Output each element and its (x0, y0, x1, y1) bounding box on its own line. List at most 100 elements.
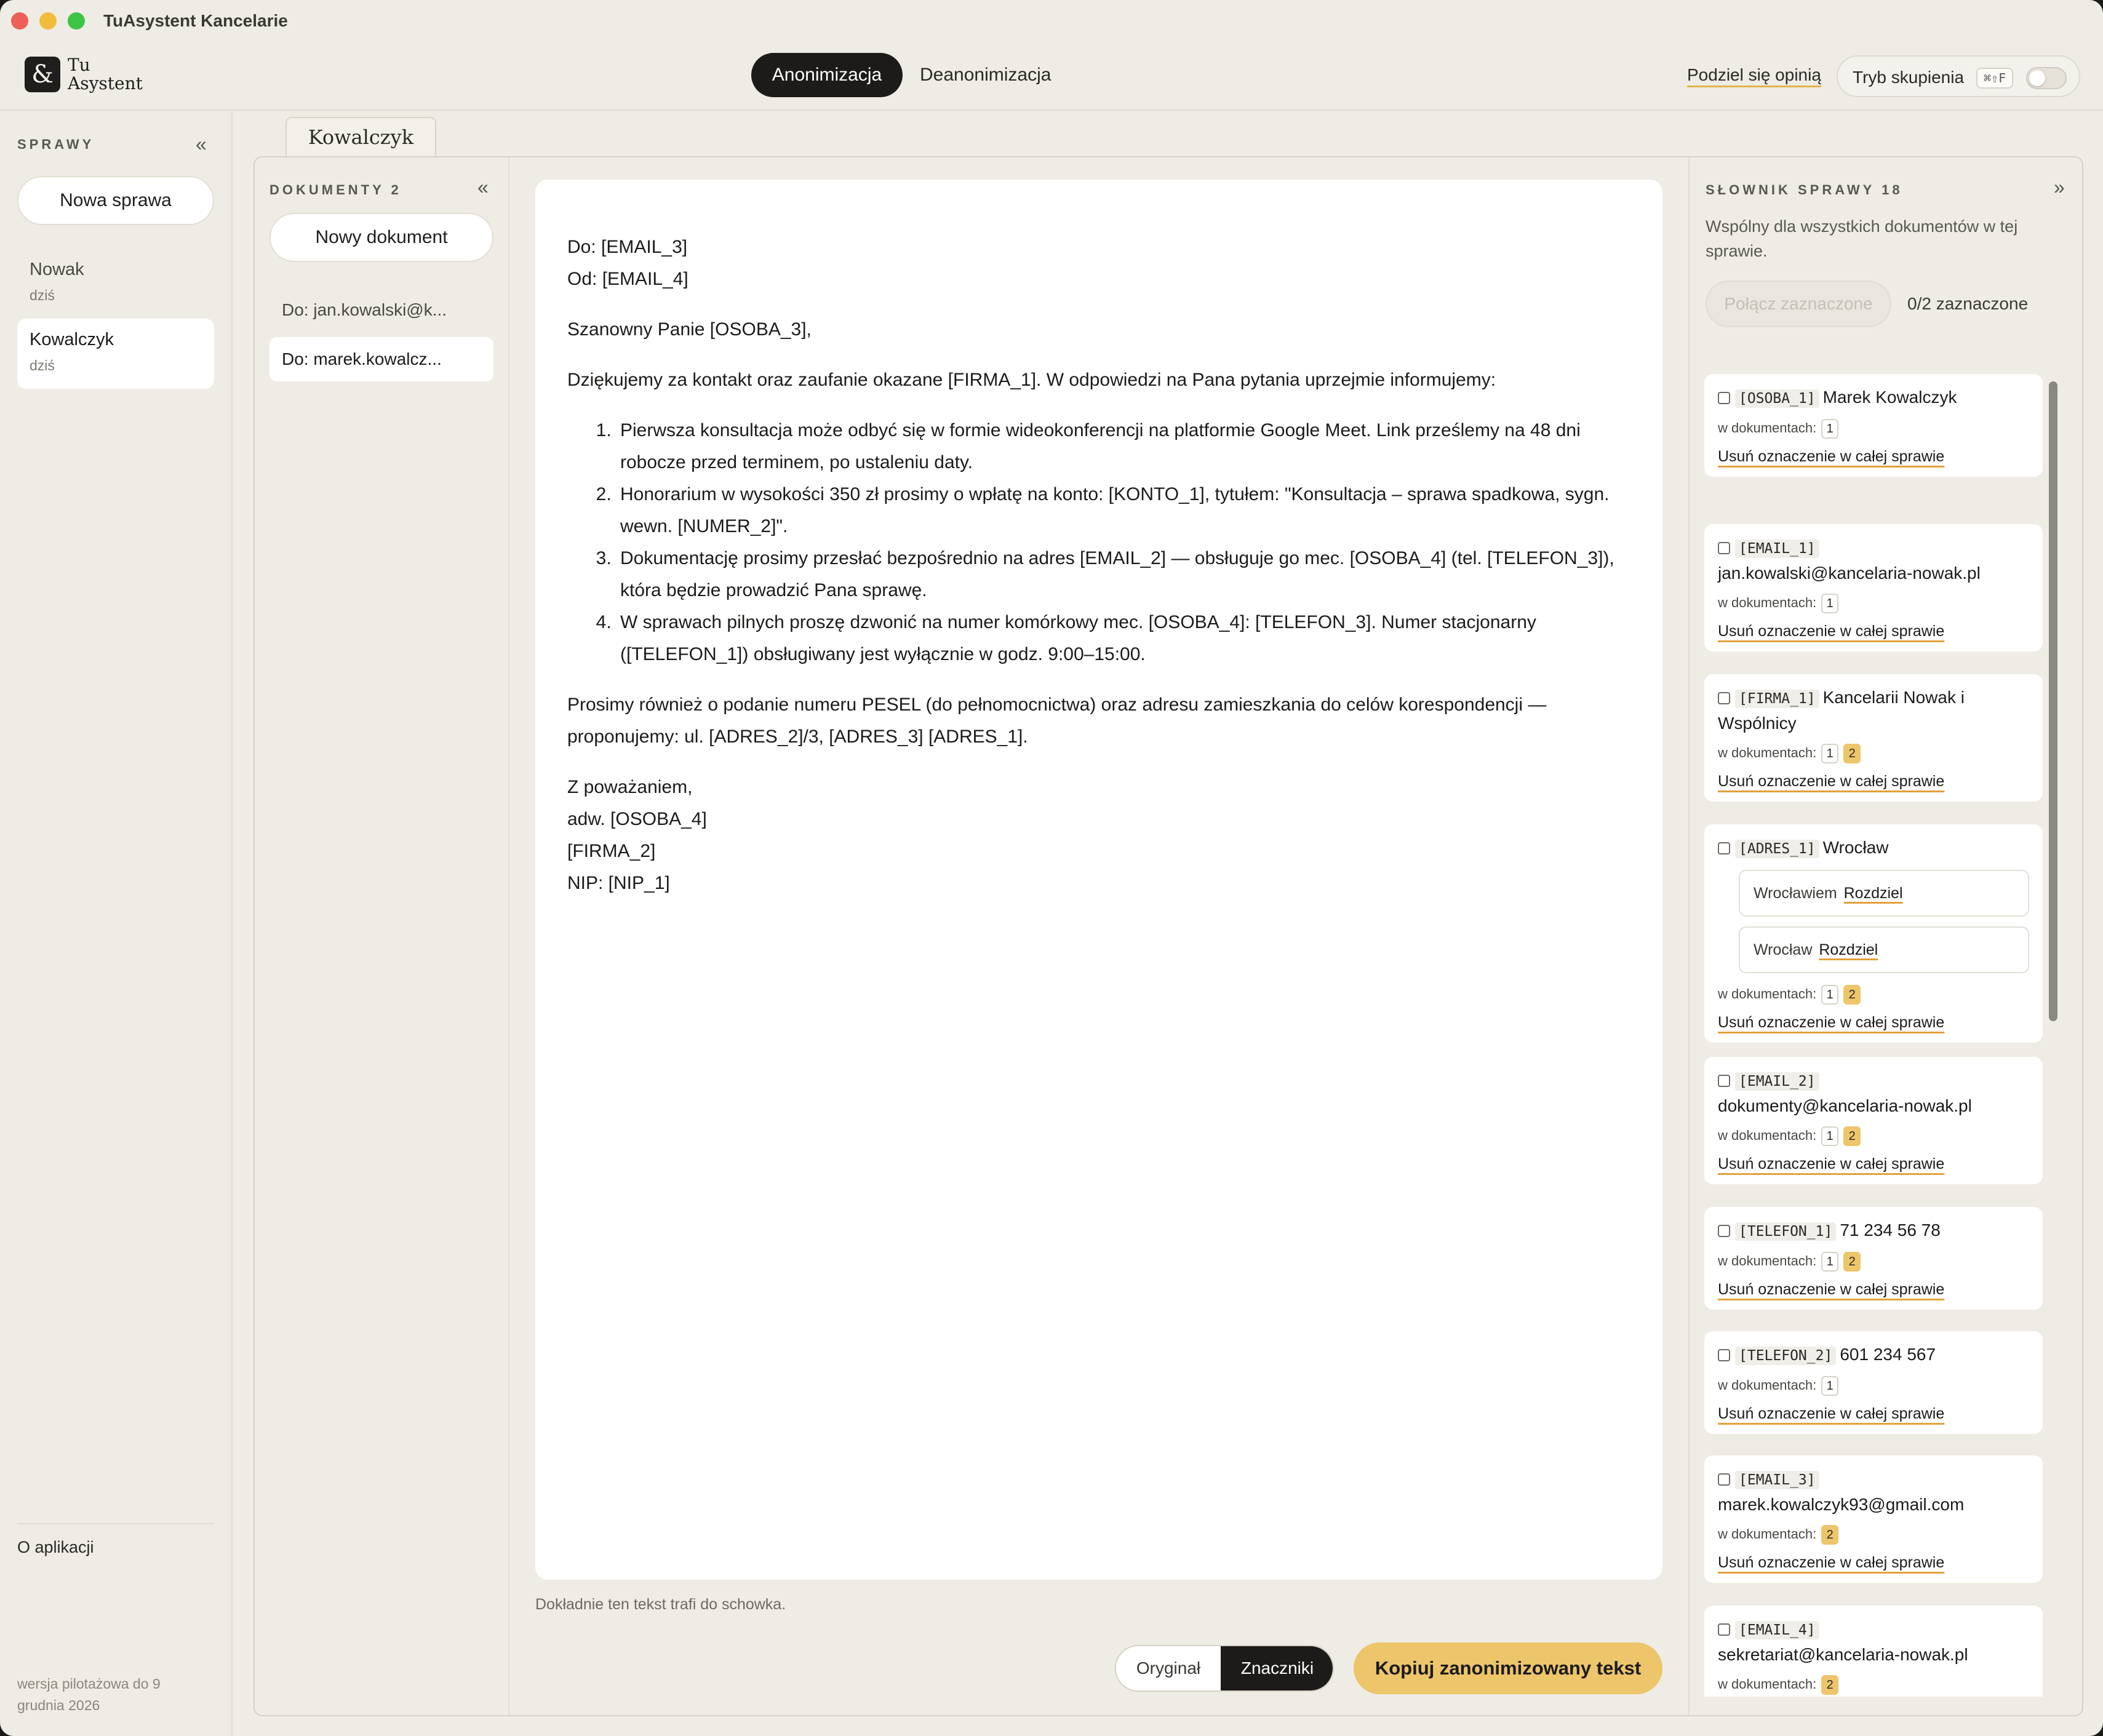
view-original-button[interactable]: Oryginał (1116, 1646, 1221, 1690)
dictionary-scrollbar[interactable] (2049, 381, 2057, 1021)
dictionary-entry: [EMAIL_2] dokumenty@kancelaria-nowak.pl w… (1704, 1057, 2043, 1184)
selected-count: 0/2 zaznaczone (1907, 294, 2029, 313)
entry-checkbox[interactable] (1718, 1349, 1730, 1361)
remove-marking-link[interactable]: Usuń oznaczenie w całej sprawie (1718, 1281, 1944, 1299)
split-variant-link[interactable]: Rozdziel (1844, 885, 1903, 902)
split-variant-link[interactable]: Rozdziel (1819, 941, 1878, 958)
focus-mode-shortcut: ⌘⇧F (1976, 68, 2014, 89)
case-item-kowalczyk[interactable]: Kowalczyk dziś (17, 319, 214, 389)
entry-checkbox[interactable] (1718, 1473, 1730, 1486)
remove-marking-link[interactable]: Usuń oznaczenie w całej sprawie (1718, 623, 1944, 640)
entry-documents: w dokumentach: 1 2 (1718, 1125, 2029, 1147)
doc-number-badge-current[interactable]: 2 (1843, 985, 1861, 1005)
collapse-sidebar-icon[interactable]: « (196, 133, 207, 156)
feedback-link[interactable]: Podziel się opinią (1687, 65, 1821, 85)
list-item: W sprawach pilnych proszę dzwonić na num… (617, 607, 1630, 671)
remove-marking-link[interactable]: Usuń oznaczenie w całej sprawie (1718, 448, 1944, 466)
dictionary-heading-label: SŁOWNIK SPRAWY (1706, 182, 1875, 197)
focus-mode-toggle[interactable] (2026, 67, 2067, 89)
email-to-line: Do: [EMAIL_3] (567, 237, 688, 257)
entry-variant: Wrocław Rozdziel (1739, 926, 2029, 973)
doc-number-badge[interactable]: 1 (1821, 1252, 1839, 1272)
entry-tag: [EMAIL_2] (1735, 1072, 1819, 1091)
close-window-button[interactable] (11, 12, 28, 30)
case-item-nowak[interactable]: Nowak dziś (17, 249, 214, 315)
case-date: dziś (30, 287, 55, 303)
tab-anonymization[interactable]: Anonimizacja (751, 53, 903, 97)
entry-value: Wrocław (1822, 838, 1889, 857)
entry-checkbox[interactable] (1718, 692, 1730, 704)
remove-marking-link[interactable]: Usuń oznaczenie w całej sprawie (1718, 1014, 1944, 1032)
zoom-window-button[interactable] (68, 12, 85, 30)
doc-number-badge-current[interactable]: 2 (1843, 744, 1861, 764)
remove-marking-link[interactable]: Usuń oznaczenie w całej sprawie (1718, 1405, 1944, 1423)
greeting-line: Szanowny Panie [OSOBA_3], (567, 319, 812, 340)
entry-tag: [EMAIL_3] (1735, 1471, 1819, 1489)
view-mode-toggle: Oryginał Znaczniki (1115, 1645, 1334, 1692)
list-item: Honorarium w wysokości 350 zł prosimy o … (617, 479, 1630, 543)
doc-number-badge-current[interactable]: 2 (1821, 1675, 1839, 1695)
expand-dictionary-icon[interactable]: » (2054, 176, 2065, 199)
entry-checkbox[interactable] (1718, 1623, 1730, 1636)
doc-number-badge[interactable]: 1 (1821, 744, 1839, 764)
app-version-text: wersja pilotażowa do 9 grudnia 2026 (17, 1676, 161, 1713)
remove-marking-link[interactable]: Usuń oznaczenie w całej sprawie (1718, 773, 1944, 790)
minimize-window-button[interactable] (39, 12, 57, 30)
in-docs-label: w dokumentach: (1718, 1253, 1817, 1268)
copy-anonymized-button[interactable]: Kopiuj zanonimizowany tekst (1354, 1642, 1662, 1694)
new-document-button[interactable]: Nowy dokument (269, 213, 493, 262)
remove-marking-link[interactable]: Usuń oznaczenie w całej sprawie (1718, 1554, 1944, 1572)
dictionary-entry: [ADRES_1] Wrocław Wrocławiem Rozdziel Wro… (1704, 824, 2043, 1043)
title-bar: TuAsystent Kancelarie (0, 0, 2103, 42)
documents-heading-label: DOKUMENTY (269, 182, 385, 197)
entry-documents: w dokumentach: 1 2 (1718, 1250, 2029, 1272)
document-item-active[interactable]: Do: marek.kowalcz... (269, 337, 493, 381)
dictionary-entry: [FIRMA_1] Kancelarii Nowak i Wspólnicy w … (1704, 674, 2043, 802)
doc-number-badge-current[interactable]: 2 (1843, 1126, 1861, 1147)
entry-tag: [EMAIL_1] (1735, 540, 1819, 558)
app-header: & Tu Asystent Anonimizacja Deanonimizacj… (0, 42, 2103, 111)
entry-checkbox[interactable] (1718, 1075, 1730, 1087)
clipboard-hint: Dokładnie ten tekst trafi do schowka. (535, 1596, 786, 1613)
entry-checkbox[interactable] (1718, 842, 1730, 854)
document-item[interactable]: Do: jan.kowalski@k... (269, 288, 493, 332)
doc-number-badge[interactable]: 1 (1821, 419, 1839, 439)
remove-marking-link[interactable]: Usuń oznaczenie w całej sprawie (1718, 1155, 1944, 1173)
new-case-button[interactable]: Nowa sprawa (17, 176, 214, 225)
dictionary-entry: [OSOBA_1] Marek Kowalczyk w dokumentach: 1… (1704, 374, 2043, 477)
variant-text: Wrocław (1754, 941, 1813, 958)
in-docs-label: w dokumentach: (1718, 1128, 1817, 1143)
logo-line-1: Tu (68, 55, 90, 75)
case-date: dziś (30, 357, 55, 373)
about-app-link[interactable]: O aplikacji (17, 1538, 94, 1557)
entry-checkbox[interactable] (1718, 542, 1730, 554)
entry-value: 601 234 567 (1840, 1345, 1936, 1364)
entry-checkbox[interactable] (1718, 1225, 1730, 1237)
doc-number-badge[interactable]: 1 (1821, 1376, 1839, 1396)
dictionary-entry: [TELEFON_2] 601 234 567 w dokumentach: 1 U… (1704, 1331, 2043, 1434)
document-editor[interactable]: Do: [EMAIL_3] Od: [EMAIL_4] Szanowny Pan… (535, 180, 1662, 1580)
tab-deanonymization[interactable]: Deanonimizacja (912, 53, 1058, 97)
doc-number-badge[interactable]: 1 (1821, 594, 1839, 614)
doc-number-badge-current[interactable]: 2 (1843, 1252, 1861, 1272)
focus-mode-control[interactable]: Tryb skupienia ⌘⇧F (1837, 55, 2080, 97)
request-paragraph: Prosimy również o podanie numeru PESEL (… (567, 695, 1547, 747)
case-tab-kowalczyk[interactable]: Kowalczyk (285, 117, 436, 156)
doc-number-badge-current[interactable]: 2 (1821, 1525, 1839, 1545)
entry-documents: w dokumentach: 1 (1718, 1374, 2029, 1396)
dictionary-entry: [EMAIL_1] jan.kowalski@kancelaria-nowak.p… (1704, 524, 2043, 651)
entry-documents: w dokumentach: 2 (1718, 1673, 2029, 1695)
dictionary-entry: [TELEFON_1] 71 234 56 78 w dokumentach: 1 2… (1704, 1207, 2043, 1310)
entry-tag: [ADRES_1] (1735, 840, 1819, 858)
signature-line: adw. [OSOBA_4] (567, 809, 707, 829)
list-item: Pierwsza konsultacja może odbyć się w fo… (617, 415, 1630, 479)
merge-selected-button[interactable]: Połącz zaznaczone (1706, 281, 1891, 327)
focus-mode-label: Tryb skupienia (1853, 68, 1965, 87)
signature-line: NIP: [NIP_1] (567, 873, 670, 893)
doc-number-badge[interactable]: 1 (1821, 1126, 1839, 1147)
doc-number-badge[interactable]: 1 (1821, 985, 1839, 1005)
view-markers-button[interactable]: Znaczniki (1221, 1646, 1333, 1690)
entry-checkbox[interactable] (1718, 392, 1730, 404)
entry-value: jan.kowalski@kancelaria-nowak.pl (1718, 563, 1981, 583)
collapse-documents-icon[interactable]: « (477, 176, 489, 199)
